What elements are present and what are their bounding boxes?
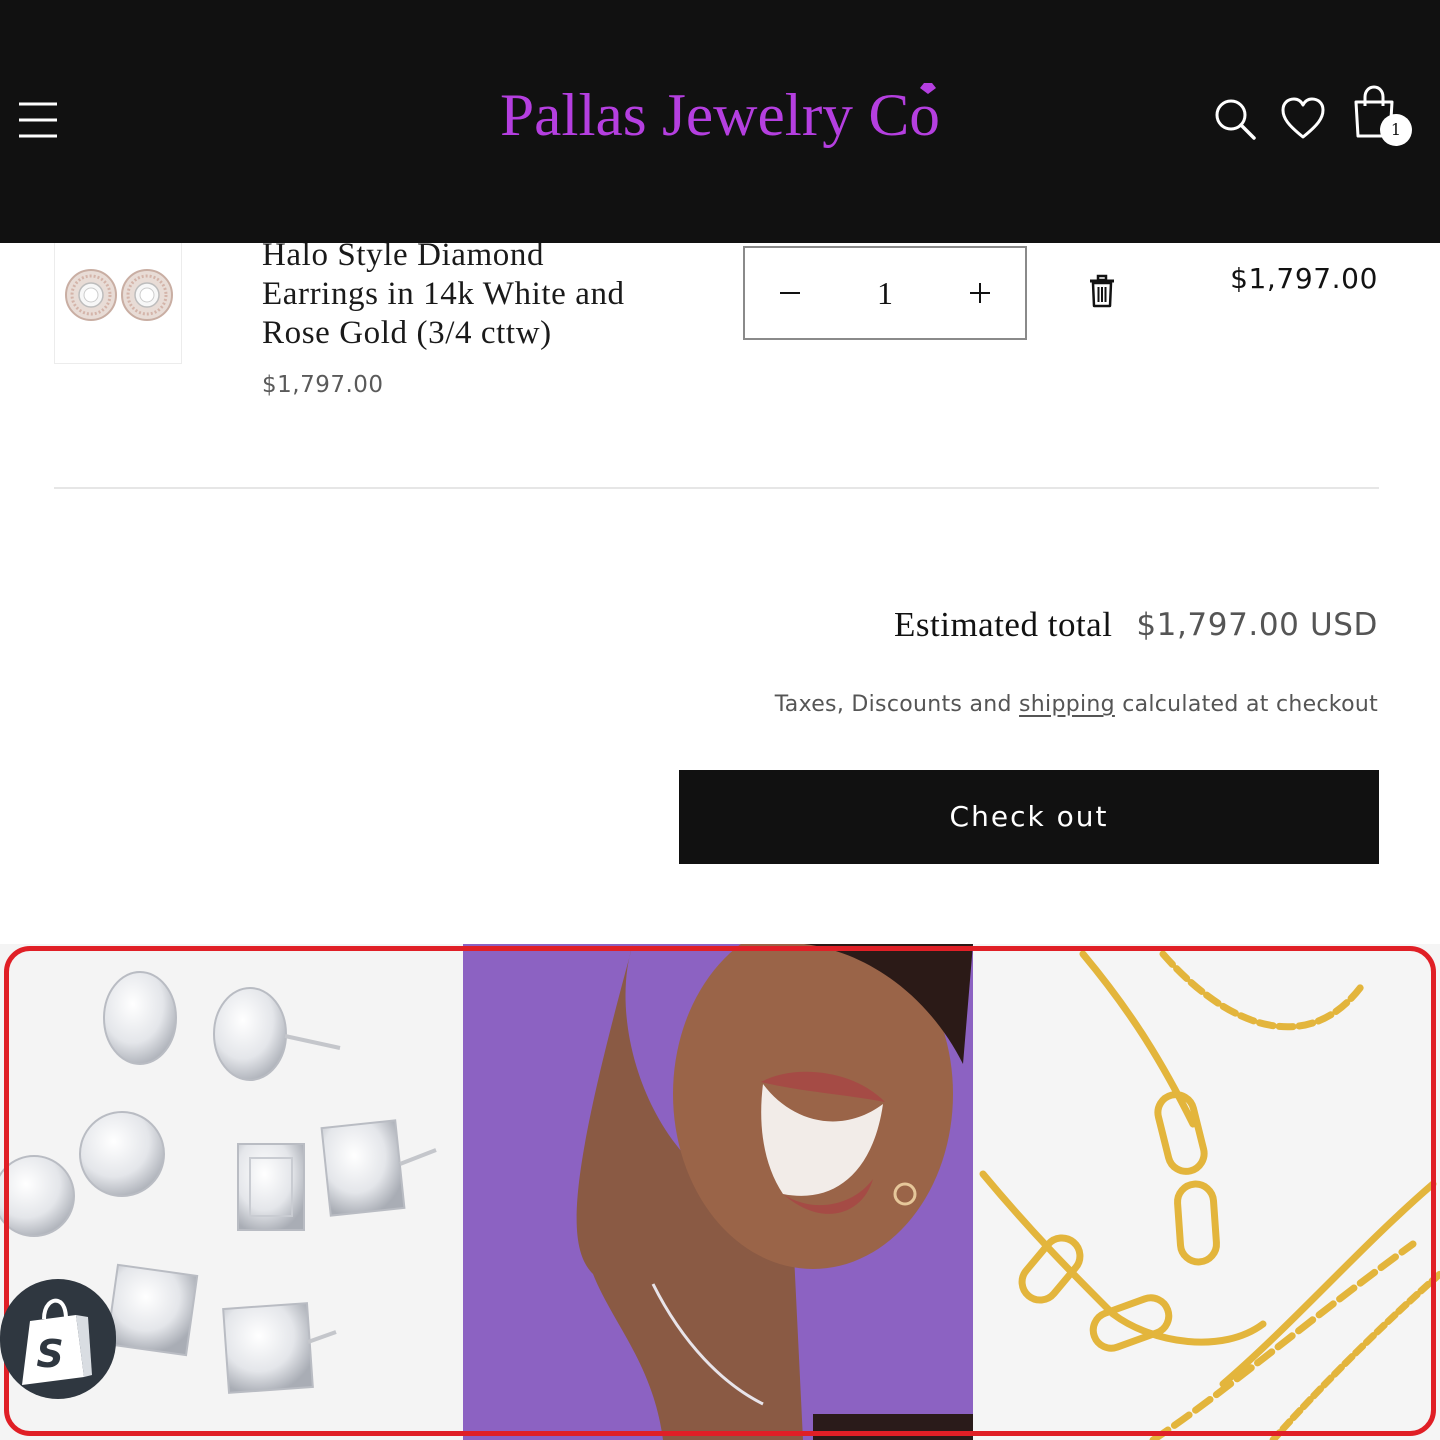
line-total: $1,797.00 xyxy=(1230,262,1378,295)
shopify-bag-icon: S xyxy=(22,1298,92,1385)
unit-price: $1,797.00 xyxy=(262,372,384,398)
tax-note-text: calculated at checkout xyxy=(1114,692,1378,717)
cart-divider xyxy=(54,487,1379,489)
estimated-total-label: Estimated total xyxy=(894,605,1113,644)
product-title-line: Rose Gold (3/4 cttw) xyxy=(262,315,552,351)
promo-collage xyxy=(0,944,1440,1440)
site-header: Pallas Jewelry Co 1 xyxy=(0,0,1440,243)
tax-note-text: Taxes, Discounts and xyxy=(774,692,1020,717)
increase-quantity-button[interactable] xyxy=(935,248,1025,338)
cart-button[interactable]: 1 xyxy=(1352,84,1414,150)
shipping-link[interactable]: shipping xyxy=(1019,692,1115,717)
gold-chains-image[interactable] xyxy=(973,944,1440,1440)
wishlist-button[interactable] xyxy=(1280,97,1326,141)
cart-count-badge: 1 xyxy=(1380,114,1412,146)
search-icon xyxy=(1215,99,1256,140)
product-title-line: Earrings in 14k White and xyxy=(262,276,625,312)
brand-name: Pallas Jewelry Co xyxy=(500,82,940,148)
product-thumbnail[interactable] xyxy=(54,230,182,364)
hamburger-icon xyxy=(19,102,57,138)
earrings-image xyxy=(65,269,173,321)
quantity-input[interactable]: 1 xyxy=(835,248,935,338)
svg-text:S: S xyxy=(36,1332,63,1376)
brand-logo[interactable]: Pallas Jewelry Co xyxy=(470,78,970,158)
decrease-quantity-button[interactable] xyxy=(745,248,835,338)
model-photo[interactable] xyxy=(463,944,973,1440)
checkout-button[interactable]: Check out xyxy=(679,770,1379,864)
estimated-total-value: $1,797.00 USD xyxy=(1136,607,1378,643)
plus-icon xyxy=(970,283,990,303)
trash-icon xyxy=(1090,274,1114,308)
menu-button[interactable] xyxy=(18,100,58,140)
minus-icon xyxy=(780,292,800,294)
search-button[interactable] xyxy=(1213,97,1257,141)
product-title[interactable]: Halo Style Diamond Earrings in 14k White… xyxy=(262,236,682,353)
remove-item-button[interactable] xyxy=(1086,274,1118,308)
shopify-chat-button[interactable]: S xyxy=(0,1279,116,1399)
tax-note: Taxes, Discounts and shipping calculated… xyxy=(775,692,1378,717)
quantity-stepper: 1 xyxy=(743,246,1027,340)
heart-icon xyxy=(1281,97,1325,139)
